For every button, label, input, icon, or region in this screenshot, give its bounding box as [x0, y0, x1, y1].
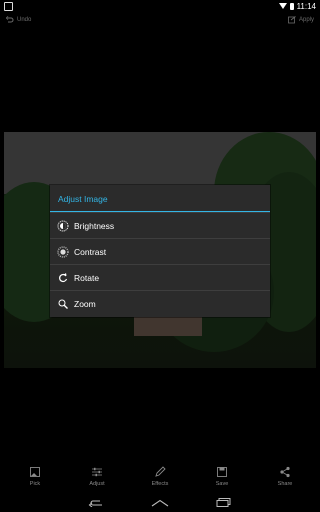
status-bar: 11:14: [0, 0, 320, 12]
apply-icon: [288, 16, 296, 24]
wifi-icon: [278, 3, 287, 9]
undo-button[interactable]: Undo: [6, 16, 31, 24]
menu-item-label: Zoom: [74, 298, 96, 309]
rotate-icon: [57, 272, 69, 284]
save-label: Save: [215, 481, 229, 487]
action-bar: Undo Apply: [0, 12, 320, 34]
home-button[interactable]: [150, 498, 170, 508]
status-right: 11:14: [278, 0, 316, 12]
menu-item-contrast[interactable]: Contrast: [50, 238, 270, 264]
menu-item-rotate[interactable]: Rotate: [50, 264, 270, 290]
share-label: Share: [277, 481, 293, 487]
sliders-icon: [91, 466, 103, 478]
effects-button[interactable]: Effects: [140, 466, 180, 487]
pencil-icon: [154, 466, 166, 478]
brightness-icon: [57, 220, 69, 232]
bottom-toolbar: Pick Adjust Effects Save Share: [0, 466, 320, 494]
pick-button[interactable]: Pick: [15, 466, 55, 487]
adjust-label: Adjust: [89, 481, 105, 487]
undo-icon: [6, 16, 14, 24]
share-button[interactable]: Share: [265, 466, 305, 487]
save-button[interactable]: Save: [202, 466, 242, 487]
undo-label: Undo: [17, 17, 32, 23]
status-time: 11:14: [296, 1, 316, 11]
back-icon: [88, 494, 104, 512]
system-nav-bar: [0, 494, 320, 512]
apply-label: Apply: [298, 17, 314, 23]
battery-icon: [289, 2, 294, 10]
menu-item-zoom[interactable]: Zoom: [50, 290, 270, 316]
share-icon: [279, 466, 291, 478]
menu-item-label: Contrast: [74, 246, 107, 257]
menu-item-label: Rotate: [74, 272, 100, 283]
apply-button[interactable]: Apply: [288, 16, 314, 24]
back-button[interactable]: [86, 498, 106, 508]
adjust-button[interactable]: Adjust: [77, 466, 117, 487]
menu-item-brightness[interactable]: Brightness: [50, 212, 270, 238]
recents-icon: [216, 494, 232, 512]
contrast-icon: [57, 245, 69, 258]
home-icon: [151, 494, 169, 512]
save-icon: [216, 466, 228, 478]
notification-icon: [4, 2, 13, 11]
adjust-image-dialog: Adjust Image Brightness Contrast Rotate …: [50, 185, 270, 317]
menu-item-label: Brightness: [74, 220, 115, 231]
recents-button[interactable]: [214, 498, 234, 508]
pick-label: Pick: [29, 481, 41, 487]
image-icon: [29, 466, 41, 478]
zoom-icon: [57, 298, 69, 310]
effects-label: Effects: [151, 481, 169, 487]
dialog-title: Adjust Image: [58, 194, 108, 204]
